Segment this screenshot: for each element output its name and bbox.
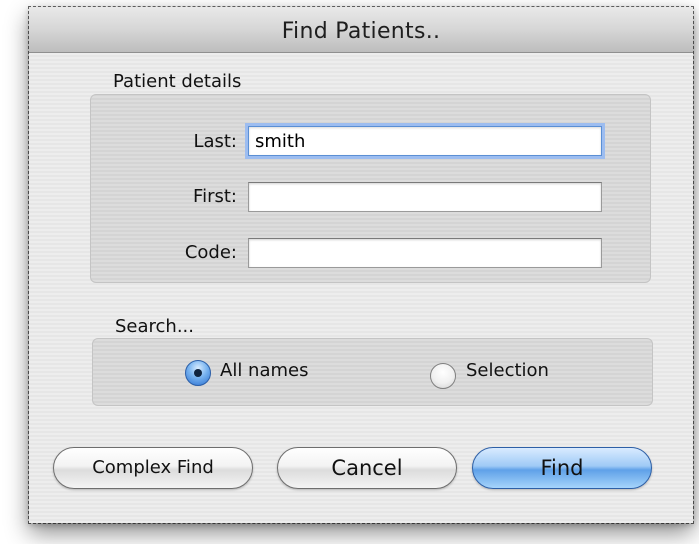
cancel-button[interactable]: Cancel [277, 447, 457, 489]
first-name-input[interactable] [248, 182, 602, 212]
last-name-input[interactable] [248, 126, 602, 156]
patient-details-label: Patient details [113, 71, 242, 92]
all-names-label[interactable]: All names [220, 360, 308, 381]
first-name-label: First: [193, 186, 237, 207]
search-label: Search... [115, 316, 195, 337]
radio-selected-dot [194, 369, 202, 377]
find-patients-dialog: Find Patients.. Patient details Last: Fi… [29, 7, 693, 523]
find-button[interactable]: Find [472, 447, 652, 489]
title-bar[interactable]: Find Patients.. [29, 7, 693, 53]
selection-radio[interactable] [430, 363, 456, 389]
complex-find-button[interactable]: Complex Find [53, 447, 253, 489]
selection-label[interactable]: Selection [466, 360, 549, 381]
dialog-title: Find Patients.. [281, 19, 441, 44]
search-options-group [92, 338, 653, 406]
all-names-radio[interactable] [185, 360, 211, 386]
last-name-label: Last: [193, 131, 237, 152]
code-label: Code: [184, 242, 237, 263]
code-input[interactable] [248, 238, 602, 268]
